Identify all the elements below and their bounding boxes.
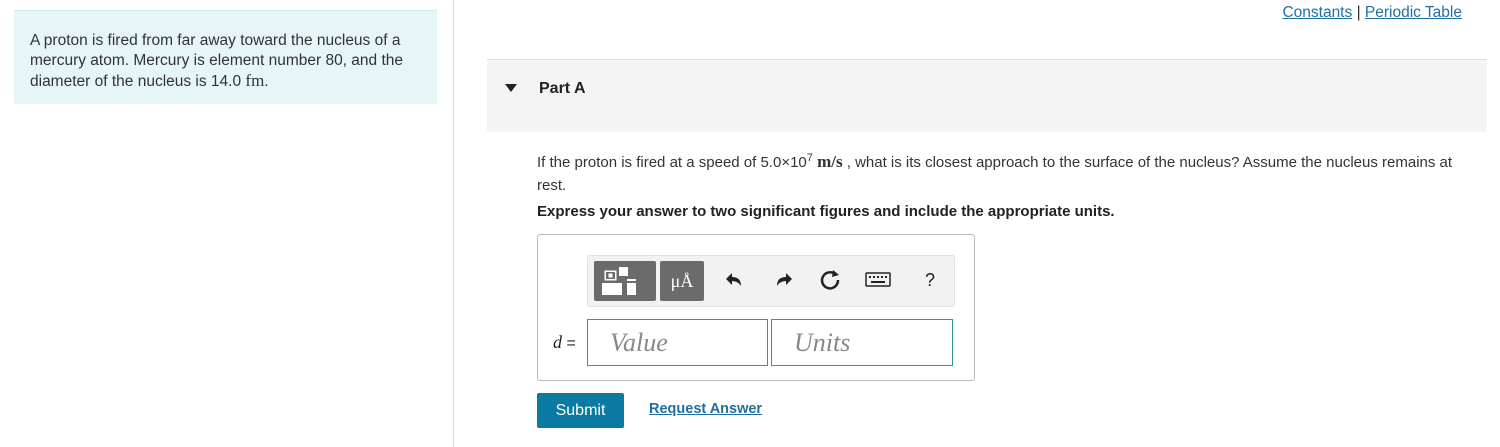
- units-input[interactable]: Units: [771, 319, 953, 366]
- question-text: If the proton is fired at a speed of 5.0…: [537, 147, 1477, 197]
- part-header[interactable]: Part A: [487, 60, 1487, 132]
- keyboard-icon[interactable]: [864, 266, 892, 294]
- help-icon[interactable]: ?: [916, 266, 944, 294]
- units-icon[interactable]: μÅ: [660, 261, 704, 301]
- top-links: Constants | Periodic Table: [1282, 4, 1462, 22]
- problem-text: A proton is fired from far away toward t…: [30, 32, 404, 90]
- periodic-table-link[interactable]: Periodic Table: [1365, 4, 1462, 21]
- part-title: Part A: [539, 80, 586, 97]
- question-exponent: 7: [806, 152, 813, 164]
- problem-unit: fm: [245, 71, 265, 90]
- answer-box: μÅ ? d = Value Units: [537, 234, 975, 381]
- answer-equals: =: [566, 335, 576, 352]
- submit-button[interactable]: Submit: [537, 393, 624, 428]
- answer-variable: d: [553, 332, 562, 352]
- answer-label: d =: [553, 332, 576, 353]
- request-answer-link[interactable]: Request Answer: [649, 401, 762, 417]
- link-separator: |: [1356, 4, 1361, 21]
- redo-icon[interactable]: [768, 266, 796, 294]
- question-unit: m/s: [817, 152, 843, 171]
- templates-icon[interactable]: [594, 261, 656, 301]
- problem-text-end: .: [264, 73, 269, 90]
- instruction-text: Express your answer to two significant f…: [537, 203, 1115, 220]
- constants-link[interactable]: Constants: [1282, 4, 1352, 21]
- question-prefix: If the proton is fired at a speed of 5.0…: [537, 154, 807, 171]
- problem-statement: A proton is fired from far away toward t…: [14, 10, 437, 104]
- value-input[interactable]: Value: [587, 319, 768, 366]
- column-divider: [453, 0, 454, 447]
- collapse-triangle-icon[interactable]: [505, 84, 517, 92]
- undo-icon[interactable]: [722, 266, 750, 294]
- reset-icon[interactable]: [816, 266, 844, 294]
- equation-toolbar: μÅ ?: [587, 255, 955, 307]
